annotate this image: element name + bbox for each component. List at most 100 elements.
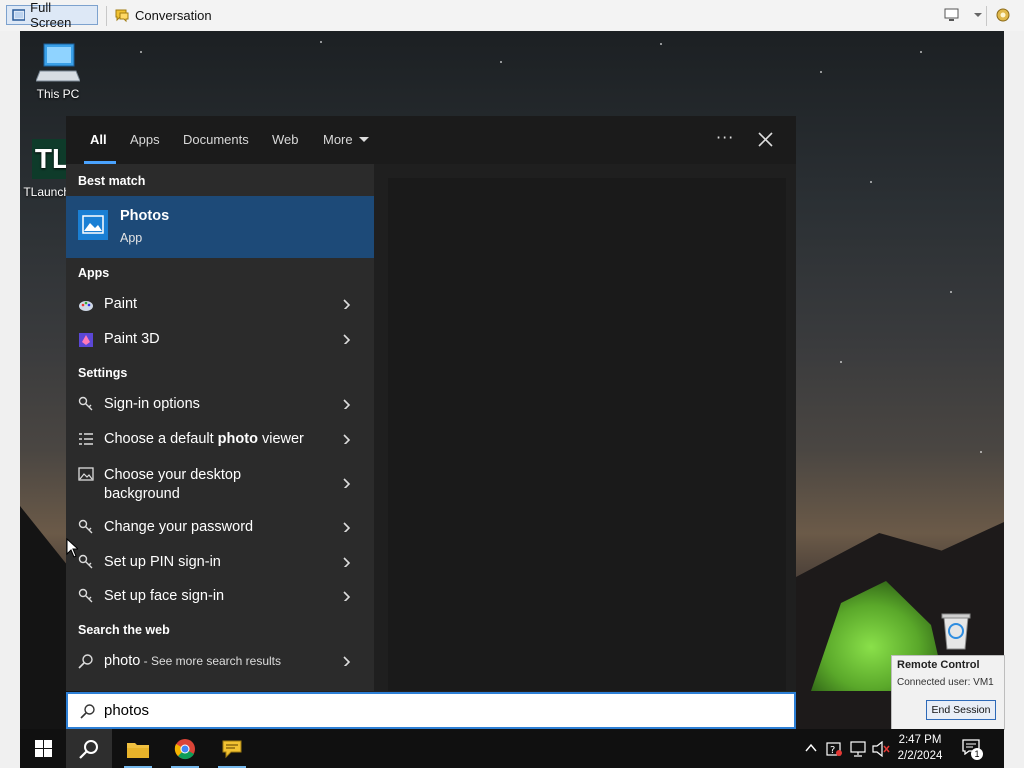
result-face-sign-in[interactable]: Set up face sign-in	[66, 580, 374, 614]
chevron-right-icon[interactable]	[342, 299, 352, 309]
search-results-list: Best match Photos App Apps Paint Paint 3…	[66, 164, 374, 691]
clock-time: 2:47 PM	[898, 734, 942, 746]
result-label: Set up PIN sign-in	[104, 554, 221, 570]
preview-content	[388, 178, 786, 691]
result-change-password[interactable]: Change your password	[66, 511, 374, 545]
list-settings-icon	[79, 433, 93, 445]
apps-heading: Apps	[78, 266, 110, 280]
chevron-down-icon	[974, 13, 982, 17]
taskbar-search-button[interactable]	[66, 729, 112, 768]
chevron-right-icon[interactable]	[342, 399, 352, 409]
search-box[interactable]	[66, 692, 796, 729]
conversation-icon	[115, 9, 129, 23]
key-icon	[78, 519, 93, 534]
label-bold: photo	[217, 431, 258, 447]
close-icon[interactable]	[758, 132, 773, 147]
chevron-right-icon[interactable]	[342, 656, 352, 666]
remote-control-popup: Remote Control Connected user: VM1 End S…	[891, 655, 1005, 730]
clock[interactable]: 2:47 PM 2/2/2024	[892, 732, 948, 764]
result-desktop-background[interactable]: Choose your desktop background	[66, 458, 374, 508]
tab-all[interactable]: All	[90, 132, 107, 147]
result-label: Paint	[104, 296, 138, 312]
taskbar-chrome[interactable]	[165, 729, 205, 768]
paint-3d-icon	[79, 333, 93, 347]
taskbar-file-explorer[interactable]	[118, 729, 158, 768]
conversation-button[interactable]: Conversation	[114, 5, 212, 25]
end-session-button[interactable]: End Session	[926, 700, 996, 720]
chevron-right-icon[interactable]	[342, 434, 352, 444]
chevron-right-icon[interactable]	[342, 591, 352, 601]
svg-text:?: ?	[830, 745, 835, 756]
viewer-border-right	[1004, 31, 1024, 768]
result-paint-3d[interactable]: Paint 3D	[66, 323, 374, 357]
recycle-bin-icon[interactable]	[938, 611, 974, 651]
web-query: photo	[104, 653, 141, 669]
chrome-icon	[174, 738, 195, 759]
remote-popup-status: Connected user: VM1	[897, 677, 994, 688]
chevron-right-icon[interactable]	[342, 522, 352, 532]
result-pin-sign-in[interactable]: Set up PIN sign-in	[66, 546, 374, 580]
taskbar: ? 2:47 PM 2/2/2024 1	[20, 729, 1004, 768]
label-line1: Choose your desktop	[104, 467, 242, 483]
result-web-search[interactable]: photo - See more search results	[66, 645, 374, 679]
chevron-up-icon[interactable]	[805, 743, 817, 753]
preview-pane	[374, 164, 796, 691]
result-label: photo - See more search results	[104, 653, 281, 669]
search-icon	[80, 704, 95, 719]
gear-icon	[996, 8, 1010, 22]
fullscreen-label: Full Screen	[30, 0, 72, 30]
paint-icon	[79, 301, 93, 311]
network-icon[interactable]	[849, 741, 867, 757]
chevron-right-icon[interactable]	[342, 334, 352, 344]
best-match-heading: Best match	[78, 174, 146, 188]
best-match-result-photos[interactable]: Photos App	[66, 196, 374, 258]
search-filter-tabs: All Apps Documents Web More ···	[66, 116, 796, 164]
toolbar-divider	[106, 6, 107, 26]
tab-apps[interactable]: Apps	[130, 132, 160, 147]
remote-help-icon[interactable]: ?	[826, 741, 842, 757]
more-options-button[interactable]: ···	[716, 128, 734, 147]
tab-more[interactable]: More	[323, 132, 370, 147]
monitor-icon	[944, 8, 959, 21]
result-default-photo-viewer[interactable]: Choose a default photo viewer	[66, 423, 374, 457]
display-selector-button[interactable]	[944, 5, 983, 25]
chevron-right-icon[interactable]	[342, 478, 352, 488]
volume-muted-icon[interactable]	[872, 741, 890, 757]
result-label: Set up face sign-in	[104, 588, 225, 604]
result-sign-in-options[interactable]: Sign-in options	[66, 388, 374, 422]
conversation-label: Conversation	[135, 7, 212, 23]
folder-icon	[127, 742, 149, 758]
chat-bubble-icon	[222, 740, 242, 758]
result-label: Sign-in options	[104, 396, 200, 412]
mouse-cursor-icon	[66, 538, 78, 558]
desktop-icon-label: This PC	[36, 87, 80, 101]
search-web-heading: Search the web	[78, 623, 170, 637]
start-button[interactable]	[30, 729, 56, 768]
tab-web[interactable]: Web	[272, 132, 299, 147]
notifications-button[interactable]: 1	[962, 739, 984, 760]
notification-count-badge: 1	[971, 748, 983, 760]
windows-icon	[34, 740, 52, 757]
label-line2: background	[104, 486, 180, 502]
fullscreen-button[interactable]: Full Screen	[6, 0, 98, 30]
photos-app-icon	[78, 210, 108, 240]
label-pre: Choose a default	[104, 431, 218, 447]
taskbar-conversation[interactable]	[212, 729, 252, 768]
search-input[interactable]	[104, 702, 764, 719]
remote-popup-title: Remote Control	[897, 659, 980, 671]
settings-heading: Settings	[78, 366, 128, 380]
start-search-panel: All Apps Documents Web More ··· Best mat…	[66, 116, 796, 691]
chevron-right-icon[interactable]	[342, 557, 352, 567]
settings-button[interactable]	[994, 5, 1012, 25]
search-icon	[78, 654, 93, 669]
chevron-down-icon	[359, 137, 370, 142]
fullscreen-icon	[12, 9, 26, 21]
tab-more-label: More	[323, 132, 353, 147]
result-paint[interactable]: Paint	[66, 288, 374, 322]
key-icon	[78, 588, 93, 603]
web-suffix: - See more search results	[140, 654, 282, 668]
tab-documents[interactable]: Documents	[183, 132, 249, 147]
clock-date: 2/2/2024	[897, 750, 943, 762]
desktop-icon-this-pc[interactable]: This PC	[22, 41, 94, 101]
result-label: Paint 3D	[104, 331, 160, 347]
